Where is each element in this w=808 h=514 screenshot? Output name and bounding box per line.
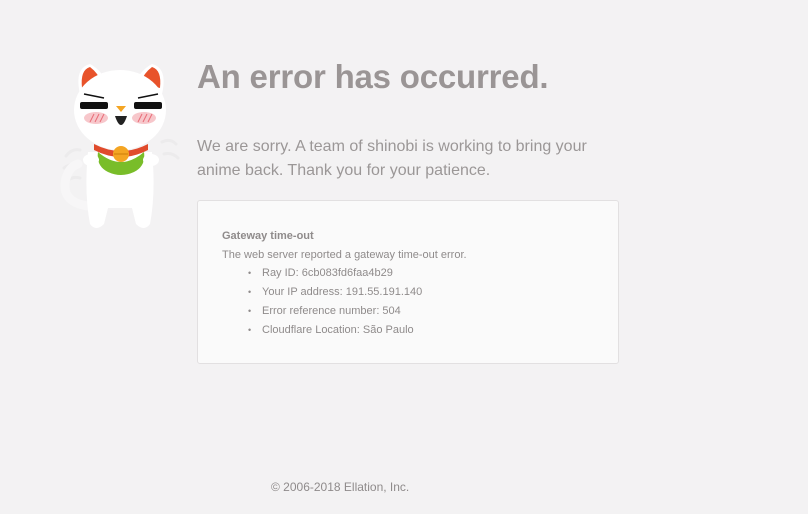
page-subtitle: We are sorry. A team of shinobi is worki…: [197, 138, 587, 179]
cloudflare-location-item: • Cloudflare Location: São Paulo: [238, 322, 422, 341]
error-description: The web server reported a gateway time-o…: [222, 249, 467, 261]
cloudflare-location-text: Cloudflare Location: São Paulo: [262, 324, 414, 336]
error-details-box: Gateway time-out The web server reported…: [197, 200, 619, 364]
bullet-dot: •: [248, 325, 252, 335]
ray-id-item: • Ray ID: 6cb083fd6faa4b29: [238, 265, 422, 284]
bullet-dot: •: [248, 287, 252, 297]
cat-mascot-icon: [60, 64, 180, 228]
footer-copyright: © 2006-2018 Ellation, Inc.: [271, 480, 410, 494]
error-reference-item: • Error reference number: 504: [238, 303, 422, 322]
bullet-dot: •: [248, 306, 252, 316]
ip-address-item: • Your IP address: 191.55.191.140: [238, 284, 422, 303]
error-details-list: • Ray ID: 6cb083fd6faa4b29 • Your IP add…: [238, 265, 422, 341]
ray-id-text: Ray ID: 6cb083fd6faa4b29: [262, 267, 393, 279]
error-page: An error has occurred. We are sorry. A t…: [0, 0, 808, 514]
ip-address-text: Your IP address: 191.55.191.140: [262, 286, 423, 298]
bullet-dot: •: [248, 268, 252, 278]
page-title: An error has occurred.: [197, 58, 549, 95]
error-heading: Gateway time-out: [222, 230, 314, 242]
error-reference-text: Error reference number: 504: [262, 305, 401, 317]
